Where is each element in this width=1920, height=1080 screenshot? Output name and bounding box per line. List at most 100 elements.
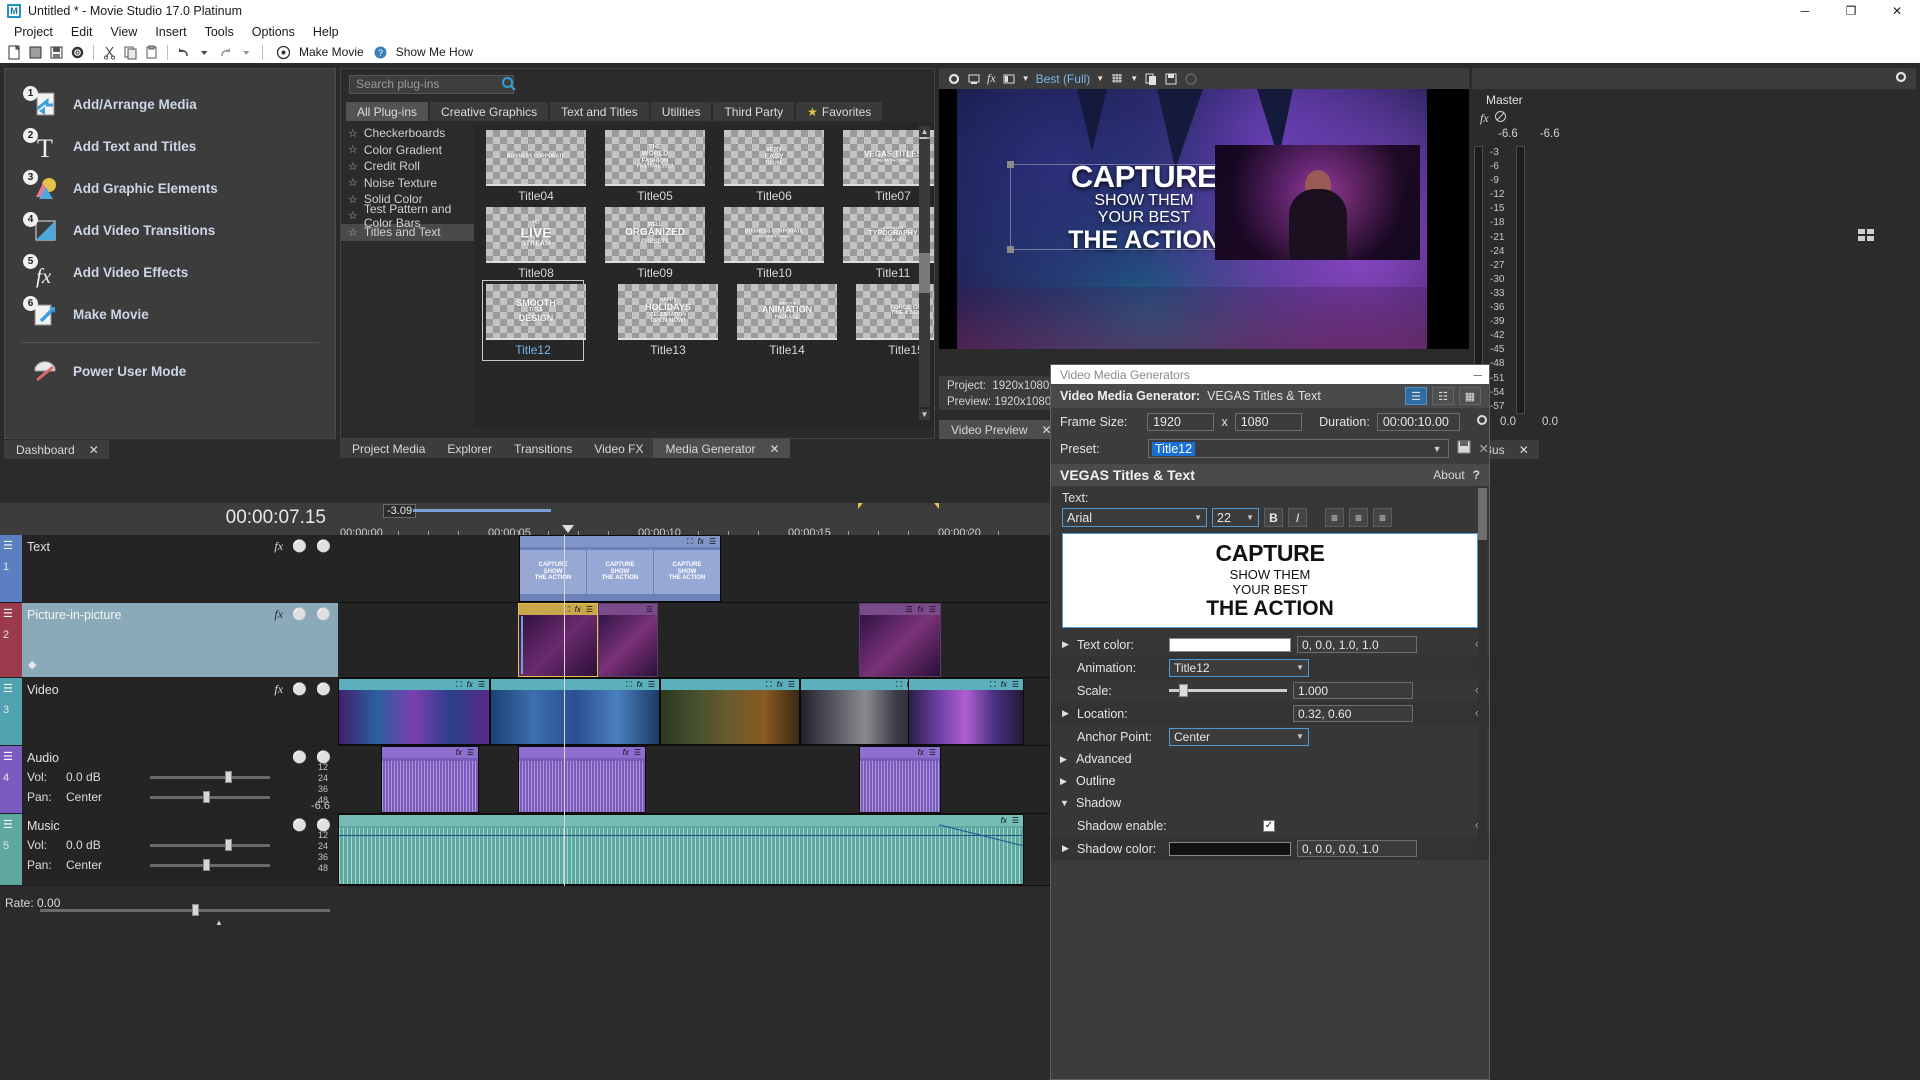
properties-gear-icon[interactable]	[68, 43, 87, 62]
track-menu-icon[interactable]: ☰	[3, 682, 13, 695]
track-keyframe-icon[interactable]: ◆	[28, 658, 36, 671]
duration-input[interactable]: 00:00:10.00	[1377, 413, 1460, 431]
collapse-triangle-icon[interactable]: ▼	[1060, 798, 1069, 808]
clip-video-2[interactable]: ⛶fx☰	[490, 678, 660, 745]
rate-knob[interactable]	[192, 904, 199, 916]
preview-quality-label[interactable]: Best (Full)	[1036, 72, 1091, 86]
track-header-music[interactable]: ☰ 5 Music ⚪ ⚪ -6.6 Vol: 0.0 dB Pan: Cent…	[0, 814, 338, 886]
show-me-how-icon[interactable]: ?	[371, 43, 390, 62]
audio-vol-slider[interactable]	[150, 776, 270, 779]
dialog-settings-icon[interactable]	[1475, 413, 1489, 430]
menu-edit[interactable]: Edit	[62, 24, 102, 40]
music-pan-knob[interactable]	[203, 859, 210, 871]
chevron-down-icon[interactable]: ▼	[1194, 513, 1202, 522]
quality-dropdown-icon[interactable]: ▼	[1096, 74, 1104, 83]
clip-header[interactable]: ☰fx☰	[860, 604, 940, 615]
star-icon[interactable]: ☆	[348, 209, 358, 222]
text-color-value[interactable]: 0, 0.0, 1.0, 1.0	[1297, 636, 1417, 653]
undo-dropdown-icon[interactable]	[195, 43, 214, 62]
detail-view-icon[interactable]: ☷	[1432, 387, 1454, 405]
scale-slider[interactable]	[1169, 689, 1287, 692]
maximize-button[interactable]: ❐	[1828, 0, 1874, 22]
shadow-color-value[interactable]: 0, 0.0, 0.0, 1.0	[1297, 840, 1417, 857]
delete-preset-icon[interactable]: ✕	[1479, 441, 1489, 456]
copy-snapshot-icon[interactable]	[1144, 72, 1158, 86]
audio-pan-value[interactable]: Center	[66, 790, 102, 804]
chevron-down-icon[interactable]: ▼	[1296, 663, 1304, 672]
loop-start-marker[interactable]	[858, 503, 863, 509]
advanced-section[interactable]: ▶ Advanced	[1051, 748, 1489, 770]
frame-width-input[interactable]: 1920	[1147, 413, 1214, 431]
tab-third-party[interactable]: Third Party	[713, 102, 794, 121]
make-movie-label[interactable]: Make Movie	[299, 45, 364, 59]
new-project-icon[interactable]	[5, 43, 24, 62]
track-header-video[interactable]: ☰ 3 Video fx ⚪ ⚪	[0, 678, 338, 746]
shadow-enable-checkbox[interactable]: ✓	[1263, 820, 1275, 832]
timeline-timecode[interactable]: 00:00:07.15	[226, 507, 326, 529]
expand-triangle-icon[interactable]: ▶	[1062, 843, 1071, 854]
show-me-how-label[interactable]: Show Me How	[396, 45, 473, 59]
selection-bar[interactable]	[413, 509, 551, 512]
shadow-section[interactable]: ▼ Shadow	[1051, 792, 1489, 814]
tab-creative-graphics[interactable]: Creative Graphics	[430, 102, 548, 121]
clip-pip-3[interactable]: ☰fx☰	[859, 603, 941, 677]
tab-utilities[interactable]: Utilities	[651, 102, 712, 121]
star-icon[interactable]: ☆	[348, 193, 358, 206]
track-mute-icon[interactable]: ⚪	[292, 818, 307, 832]
star-icon[interactable]: ☆	[348, 176, 358, 189]
loop-end-marker[interactable]	[934, 503, 939, 509]
track-mute-icon[interactable]: ⚪	[292, 607, 307, 622]
menu-help[interactable]: Help	[304, 24, 348, 40]
clip-header[interactable]: ⛶fx☰	[661, 679, 799, 690]
clip-pip-2[interactable]: ☰	[598, 603, 658, 677]
track-fx-icon[interactable]: fx	[274, 682, 283, 697]
star-icon[interactable]: ☆	[348, 226, 358, 239]
open-project-icon[interactable]	[26, 43, 45, 62]
scale-slider-knob[interactable]	[1179, 684, 1188, 697]
music-vol-value[interactable]: 0.0 dB	[66, 838, 101, 852]
save-project-icon[interactable]	[47, 43, 66, 62]
expand-triangle-icon[interactable]: ▶	[1060, 776, 1069, 787]
location-value[interactable]: 0.32, 0.60	[1293, 705, 1413, 722]
tab-favorites[interactable]: ★ Favorites	[796, 102, 882, 121]
preview-canvas[interactable]: CAPTURE SHOW THEM YOUR BEST THE ACTION	[939, 89, 1469, 349]
track-mute-icon[interactable]: ⚪	[292, 539, 307, 554]
clip-header[interactable]: fx☰	[382, 747, 478, 758]
tab-project-media[interactable]: Project Media	[340, 439, 435, 458]
clip-header[interactable]: ⛶fx☰	[519, 604, 597, 615]
close-icon[interactable]: ✕	[770, 442, 780, 456]
track-menu-icon[interactable]: ☰	[3, 607, 13, 620]
thumb-title06[interactable]: VERYEASYTO USE Title06	[724, 130, 824, 203]
clip-header[interactable]: ☰	[599, 604, 657, 615]
track-fx-icon[interactable]: fx	[274, 539, 283, 554]
help-icon[interactable]: ?	[1473, 468, 1480, 482]
clip-audio-2[interactable]: fx☰	[518, 746, 646, 813]
menu-view[interactable]: View	[101, 24, 146, 40]
save-preset-icon[interactable]	[1456, 439, 1472, 458]
align-right-button[interactable]: ≡	[1373, 508, 1392, 527]
redo-dropdown-icon[interactable]	[237, 43, 256, 62]
tab-video-preview[interactable]: Video Preview ✕	[939, 420, 1062, 439]
shadow-color-row[interactable]: ▶ Shadow color: 0, 0.0, 0.0, 1.0	[1051, 837, 1489, 860]
tab-media-generator[interactable]: Media Generator✕	[653, 439, 789, 458]
tab-all-plugins[interactable]: All Plug-ins	[346, 102, 428, 121]
tab-explorer[interactable]: Explorer	[435, 439, 502, 458]
tab-dashboard[interactable]: Dashboard ✕	[4, 440, 109, 459]
dialog-scrollbar[interactable]	[1478, 486, 1487, 860]
clip-header[interactable]: ⛶fx☰	[909, 679, 1023, 690]
clip-header[interactable]: ⛶fx☰	[339, 679, 489, 690]
clip-header[interactable]: ⛶fx☰	[520, 536, 720, 547]
master-layout-icons[interactable]	[1858, 228, 1876, 242]
redo-icon[interactable]	[216, 43, 235, 62]
track-mute-icon[interactable]: ⚪	[292, 750, 307, 764]
thumb-title14[interactable]: SMOOTHANIMATIONPACKAGE Title14	[737, 284, 837, 357]
list-view-icon[interactable]: ☰	[1405, 387, 1427, 405]
music-vol-slider[interactable]	[150, 844, 270, 847]
shadow-enable-row[interactable]: Shadow enable: ✓ ◇	[1051, 814, 1489, 837]
save-snapshot-icon[interactable]	[1164, 72, 1178, 86]
dashboard-item-add-media[interactable]: 1 Add/Arrange Media	[5, 83, 335, 125]
clip-music[interactable]: fx☰	[338, 814, 1024, 885]
track-menu-icon[interactable]: ☰	[3, 818, 13, 831]
track-icons[interactable]: fx ⚪ ⚪	[274, 682, 331, 697]
rate-reset-icon[interactable]: ▲	[215, 918, 223, 927]
